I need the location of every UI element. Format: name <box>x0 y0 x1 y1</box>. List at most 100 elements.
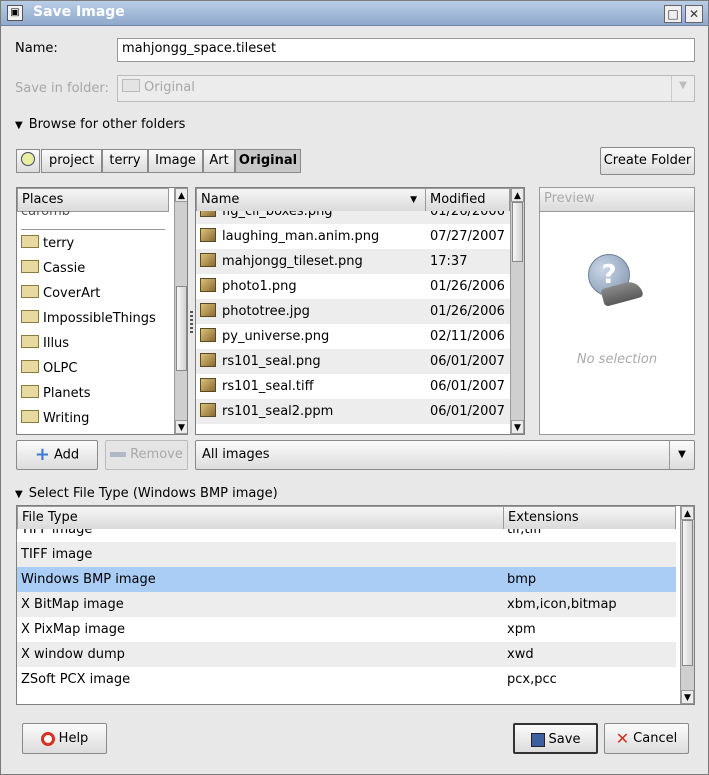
places-item-terry[interactable]: terry <box>17 231 74 256</box>
file-type-scrollbar[interactable]: ▲ ▼ <box>680 506 694 704</box>
file-type-name: X PixMap image <box>21 622 125 637</box>
file-name: mahjongg_tileset.png <box>222 254 363 269</box>
file-type-name: X window dump <box>21 647 125 662</box>
help-label: Help <box>58 731 89 746</box>
file-type-list: TIFF image tif,tiff TIFF image Windows BM… <box>17 529 676 704</box>
column-header-file-type[interactable]: File Type <box>17 506 504 530</box>
column-header-modified[interactable]: Modified <box>425 188 510 212</box>
file-type-row-selected[interactable]: Windows BMP image bmp <box>17 567 676 592</box>
help-button[interactable]: Help <box>22 723 107 754</box>
file-row[interactable]: laughing_man.anim.png 07/27/2007 <box>196 224 510 249</box>
create-folder-button[interactable]: Create Folder <box>600 147 695 175</box>
title-bar: ▣ Save Image □ ✕ <box>1 1 708 26</box>
minus-icon <box>110 452 127 457</box>
scroll-down-icon[interactable]: ▼ <box>175 420 187 434</box>
places-item-writing[interactable]: Writing <box>17 406 89 431</box>
window-menu-icon[interactable]: ▣ <box>7 5 23 21</box>
image-file-icon <box>200 327 216 342</box>
browse-expander[interactable]: ▼ Browse for other folders <box>15 117 185 132</box>
preview-panel: Preview ? No selection <box>539 187 695 435</box>
path-segment-original[interactable]: Original <box>235 149 301 173</box>
file-type-row[interactable]: X PixMap image xpm <box>17 617 676 642</box>
file-modified: 01/26/2006 <box>430 279 505 294</box>
chevron-down-icon: ▼ <box>669 441 694 469</box>
file-type-row[interactable]: TIFF image tif,tiff <box>17 529 676 542</box>
save-in-folder-combo: Original ▼ <box>117 75 695 102</box>
path-segment-terry[interactable]: terry <box>102 149 148 173</box>
file-row[interactable]: rs101_seal.tiff 06/01/2007 <box>196 374 510 399</box>
scroll-down-icon[interactable]: ▼ <box>511 420 524 434</box>
filename-input[interactable]: mahjongg_space.tileset <box>117 38 695 62</box>
column-header-name-label: Name <box>201 192 240 207</box>
file-row[interactable]: rs101_seal.png 06/01/2007 <box>196 349 510 374</box>
file-type-row[interactable]: TIFF image <box>17 542 676 567</box>
add-bookmark-button[interactable]: + Add <box>16 440 98 470</box>
file-row[interactable]: phototree.jpg 01/26/2006 <box>196 299 510 324</box>
path-segment-project[interactable]: project <box>41 149 102 173</box>
places-item-cassie[interactable]: Cassie <box>17 256 85 281</box>
file-type-row[interactable]: ZSoft PCX image pcx,pcc <box>17 667 676 692</box>
places-item-label: Cassie <box>43 261 86 276</box>
file-name: rs101_seal2.ppm <box>222 404 334 419</box>
places-header[interactable]: Places <box>17 188 169 212</box>
file-modified: 01/26/2006 <box>430 211 505 219</box>
scroll-up-icon[interactable]: ▲ <box>681 506 694 520</box>
maximize-icon[interactable]: □ <box>664 5 682 23</box>
close-icon[interactable]: ✕ <box>685 5 703 23</box>
lifebuoy-icon <box>40 731 55 746</box>
file-row[interactable]: fig_cli_boxes.png 01/26/2006 <box>196 211 510 224</box>
path-segment-art[interactable]: Art <box>203 149 235 173</box>
places-item-coverart[interactable]: CoverArt <box>17 281 100 306</box>
scroll-down-icon[interactable]: ▼ <box>681 690 694 704</box>
image-file-icon <box>200 277 216 292</box>
file-list-scrollbar[interactable]: ▲ ▼ <box>510 188 524 434</box>
cancel-button[interactable]: ✕ Cancel <box>604 723 689 754</box>
pane-resize-handle[interactable] <box>190 311 193 333</box>
path-segment-image[interactable]: Image <box>148 149 203 173</box>
file-type-row[interactable]: X BitMap image xbm,icon,bitmap <box>17 592 676 617</box>
places-item-impossiblethings[interactable]: ImpossibleThings <box>17 306 156 331</box>
folder-icon <box>21 410 39 423</box>
scroll-thumb[interactable] <box>512 202 523 262</box>
folder-icon <box>21 310 39 323</box>
file-type-expander[interactable]: ▼ Select File Type (Windows BMP image) <box>15 486 278 501</box>
places-scrollbar[interactable]: ▲ ▼ <box>174 188 187 434</box>
places-item-illus[interactable]: Illus <box>17 331 69 356</box>
root-path-button[interactable] <box>16 149 40 173</box>
file-filter-combo[interactable]: All images ▼ <box>195 440 695 470</box>
column-header-extensions[interactable]: Extensions <box>503 506 676 530</box>
places-item-label: Writing <box>43 411 90 426</box>
file-type-row[interactable]: X window dump xwd <box>17 642 676 667</box>
places-item-label: OLPC <box>43 361 78 376</box>
file-row[interactable]: rs101_seal2.ppm 06/01/2007 <box>196 399 510 424</box>
scroll-up-icon[interactable]: ▲ <box>175 188 187 202</box>
scroll-thumb[interactable] <box>682 520 693 666</box>
places-item-planets[interactable]: Planets <box>17 381 91 406</box>
places-item-olpc[interactable]: OLPC <box>17 356 77 381</box>
save-button[interactable]: Save <box>513 723 598 754</box>
folder-icon <box>21 385 39 398</box>
places-item-label: CoverArt <box>43 286 101 301</box>
cancel-x-icon: ✕ <box>615 729 630 748</box>
scroll-thumb[interactable] <box>176 286 187 371</box>
file-row[interactable]: photo1.png 01/26/2006 <box>196 274 510 299</box>
file-row[interactable]: mahjongg_tileset.png 17:37 <box>196 249 510 274</box>
chevron-down-icon: ▼ <box>671 76 694 101</box>
scroll-up-icon[interactable]: ▲ <box>511 188 524 202</box>
file-modified: 07/27/2007 <box>430 229 505 244</box>
image-file-icon <box>200 352 216 367</box>
sort-down-icon: ▼ <box>410 195 417 205</box>
file-modified: 02/11/2006 <box>430 329 505 344</box>
file-type-panel: File Type Extensions TIFF image tif,tiff … <box>16 505 695 705</box>
places-item-label: terry <box>43 236 75 251</box>
file-list: fig_cli_boxes.png 01/26/2006 laughing_man… <box>196 211 510 434</box>
file-type-label: Select File Type (Windows BMP image) <box>28 486 278 501</box>
file-type-name: TIFF image <box>21 547 93 562</box>
file-type-ext: pcx,pcc <box>507 672 557 687</box>
places-item[interactable]: caromb <box>17 211 70 224</box>
file-row[interactable]: py_universe.png 02/11/2006 <box>196 324 510 349</box>
column-header-name[interactable]: Name ▼ <box>196 188 426 212</box>
expander-arrow-icon: ▼ <box>15 489 23 500</box>
file-modified: 06/01/2007 <box>430 404 505 419</box>
folder-icon <box>21 260 39 273</box>
